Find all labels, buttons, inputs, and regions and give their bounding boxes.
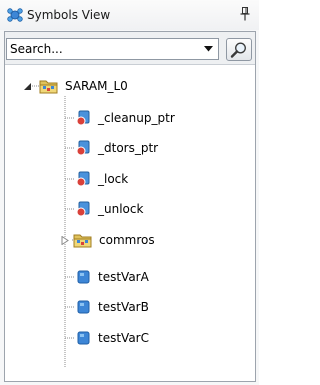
folder-icon <box>39 80 58 94</box>
search-input[interactable] <box>7 40 197 58</box>
tree-item-unlock[interactable]: _unlock <box>76 199 143 219</box>
search-button[interactable] <box>226 38 252 61</box>
search-bar <box>5 32 255 65</box>
tree-item-label: _lock <box>98 172 129 186</box>
tree-item-testvarb[interactable]: testVarB <box>76 297 149 317</box>
tree-item-dtors-ptr[interactable]: _dtors_ptr <box>76 138 158 158</box>
tree-root-node[interactable]: SARAM_L0 <box>23 76 128 96</box>
tree-root-label: SARAM_L0 <box>65 79 128 93</box>
variable-symbol-icon <box>77 300 90 314</box>
tree-item-label: testVarB <box>98 300 149 314</box>
tree-item-testvara[interactable]: testVarA <box>76 267 149 287</box>
panel-titlebar[interactable]: Symbols View <box>0 0 259 30</box>
folder-icon <box>73 234 92 248</box>
symbols-view-panel: Symbols View Search... SARAM_L0 _cleanup… <box>0 0 259 385</box>
tree-item-label: testVarC <box>98 331 149 345</box>
symbols-view-body: SARAM_L0 _cleanup_ptr _dtors_ptr <box>4 31 256 382</box>
tree-item-cleanup-ptr[interactable]: _cleanup_ptr <box>76 108 175 128</box>
tree-item-commros[interactable]: commros <box>61 230 155 250</box>
variable-symbol-icon <box>77 331 90 345</box>
tree-item-lock[interactable]: _lock <box>76 169 128 189</box>
function-symbol-icon <box>76 140 90 156</box>
chevron-down-icon[interactable] <box>204 46 213 52</box>
function-symbol-icon <box>76 171 90 187</box>
search-combobox[interactable] <box>6 38 219 60</box>
expanded-arrow-icon[interactable] <box>23 82 32 91</box>
symbols-tree[interactable]: SARAM_L0 _cleanup_ptr _dtors_ptr _lock _… <box>5 66 255 382</box>
panel-title: Symbols View <box>27 8 111 22</box>
tree-item-label: testVarA <box>98 270 149 284</box>
tree-item-label: _dtors_ptr <box>98 141 159 155</box>
symbols-view-icon <box>7 8 23 22</box>
variable-symbol-icon <box>77 270 90 284</box>
collapsed-arrow-icon[interactable] <box>61 235 69 245</box>
tree-item-testvarc[interactable]: testVarC <box>76 328 149 348</box>
pin-icon[interactable] <box>240 7 250 21</box>
tree-item-label: _unlock <box>98 202 144 216</box>
function-symbol-icon <box>76 201 90 217</box>
magnifier-icon <box>230 42 246 58</box>
tree-item-label: commros <box>99 233 155 247</box>
tree-item-label: _cleanup_ptr <box>98 111 175 125</box>
function-symbol-icon <box>76 110 90 126</box>
